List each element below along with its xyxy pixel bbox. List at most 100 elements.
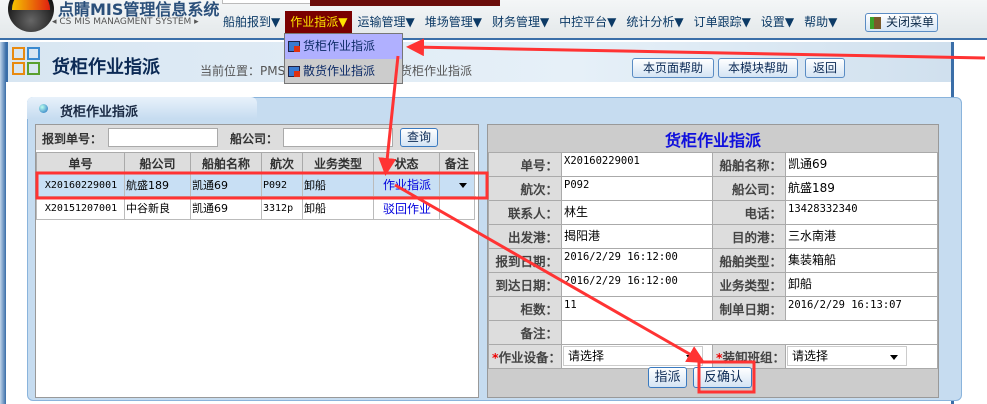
cell-voyage: 3312p — [261, 196, 303, 220]
report-no-label: 报到单号： — [42, 132, 103, 146]
field-label: 联系人： — [488, 200, 562, 225]
menu-job-assign[interactable]: 作业指派▼ — [285, 11, 353, 33]
col-company: 船公司 — [124, 152, 191, 174]
field-value: 三水南港 — [785, 224, 938, 249]
menu-help[interactable]: 帮助▼ — [799, 11, 842, 33]
field-value: 林生 — [561, 200, 713, 225]
detail-title: 货柜作业指派 — [664, 131, 761, 150]
breadcrumb: 当前位置：PMS系 — [200, 64, 298, 78]
field-value: 11 — [561, 296, 713, 321]
field-value: 13428332340 — [785, 200, 938, 225]
job-assign-dropdown: 货柜作业指派 散货作业指派 — [284, 33, 403, 84]
company-label: 船公司： — [230, 132, 279, 146]
field-label: 到达日期： — [488, 272, 562, 297]
company-input[interactable] — [283, 128, 393, 147]
table-row[interactable]: X20160229001 航盛189 凯通69 P092 卸船 作业指派 — [36, 173, 476, 197]
field-label: 出发港： — [488, 224, 562, 249]
field-label: 航次： — [488, 176, 562, 201]
field-label: 目的港： — [712, 224, 786, 249]
assign-button[interactable]: 指派 — [648, 367, 687, 388]
back-button[interactable]: 返回 — [805, 58, 845, 78]
field-label: 报到日期： — [488, 248, 562, 273]
field-value: 揭阳港 — [561, 224, 713, 249]
field-value: P092 — [561, 176, 713, 201]
bullet-icon — [39, 104, 48, 113]
menu-statistics[interactable]: 统计分析▼ — [621, 11, 688, 33]
table-row[interactable]: X20151207001 中谷新良 凯通69 3312p 卸船 驳回作业 — [36, 196, 476, 220]
team-label: 装卸班组： — [722, 350, 785, 365]
app-subtitle-text: CS MIS MANAGMENT SYSTEM — [59, 17, 192, 27]
cell-remark — [439, 196, 475, 220]
field-label: 柜数： — [488, 296, 562, 321]
cell-voyage: P092 — [261, 173, 303, 197]
table-header: 单号 船公司 船舶名称 航次 业务类型 状态 备注 — [36, 152, 476, 174]
unconfirm-button[interactable]: 反确认 — [693, 367, 752, 388]
field-value: 2016/2/29 16:13:07 — [785, 296, 938, 321]
cell-remark — [439, 173, 475, 197]
cell-company: 航盛189 — [124, 173, 191, 197]
field-value: 卸船 — [785, 272, 938, 297]
app-subtitle: ◂ CS MIS MANAGMENT SYSTEM ▸ — [52, 17, 199, 27]
panel-title: 货柜作业指派 — [60, 105, 139, 120]
menu-orders[interactable]: 订单跟踪▼ — [689, 11, 756, 33]
page-help-button[interactable]: 本页面帮助 — [632, 58, 714, 78]
menu-yard[interactable]: 堆场管理▼ — [420, 11, 487, 33]
cell-no: X20151207001 — [36, 196, 125, 220]
field-value: 2016/2/29 16:12:00 — [561, 248, 713, 273]
form-row: 到达日期： 2016/2/29 16:12:00 业务类型： 卸船 — [488, 272, 938, 297]
cell-biz-type: 卸船 — [302, 173, 374, 197]
field-value: X20160229001 — [561, 152, 713, 177]
remark-value — [561, 320, 938, 345]
field-label: 单号： — [488, 152, 562, 177]
col-biz-type: 业务类型 — [302, 152, 374, 174]
query-button[interactable]: 查询 — [400, 128, 438, 147]
menu-control[interactable]: 中控平台▼ — [554, 11, 621, 33]
field-value: 凯通69 — [785, 152, 938, 177]
equipment-select[interactable]: 请选择 — [563, 346, 703, 366]
field-value: 2016/2/29 16:12:00 — [561, 272, 713, 297]
cell-vessel: 凯通69 — [190, 196, 262, 220]
dropdown-item-container-assign[interactable]: 货柜作业指派 — [285, 34, 402, 59]
col-remark: 备注 — [439, 152, 475, 174]
menu-transport[interactable]: 运输管理▼ — [352, 11, 419, 33]
cell-vessel: 凯通69 — [190, 173, 262, 197]
menu-finance[interactable]: 财务管理▼ — [487, 11, 554, 33]
dropdown-item-bulk-assign[interactable]: 散货作业指派 — [285, 59, 402, 84]
col-voyage: 航次 — [261, 152, 303, 174]
field-value: 航盛189 — [785, 176, 938, 201]
col-no: 单号 — [36, 152, 125, 174]
form-row: 柜数： 11 制单日期： 2016/2/29 16:13:07 — [488, 296, 938, 321]
menu-settings[interactable]: 设置▼ — [756, 11, 799, 33]
status-link[interactable]: 驳回作业 — [373, 196, 440, 220]
field-label: 制单日期： — [712, 296, 786, 321]
field-label: 船舶类型： — [712, 248, 786, 273]
detail-form: 单号： X20160229001 船舶名称： 凯通69 航次： P092 船公司： 航盛189… — [488, 152, 938, 369]
top-input-fragment — [222, 0, 312, 4]
field-label: 电话： — [712, 200, 786, 225]
window-icon — [288, 41, 300, 52]
field-label: 备注： — [488, 320, 562, 345]
report-no-input[interactable] — [108, 128, 218, 147]
status-link[interactable]: 作业指派 — [373, 173, 440, 197]
module-help-button[interactable]: 本模块帮助 — [718, 58, 798, 78]
form-row: 报到日期： 2016/2/29 16:12:00 船舶类型： 集装箱船 — [488, 248, 938, 273]
exit-door-icon — [870, 17, 881, 29]
cell-no: X20160229001 — [36, 173, 125, 197]
close-menu-button[interactable]: 关闭菜单 — [865, 13, 938, 32]
page-title: 货柜作业指派 — [52, 57, 160, 78]
menu-vessel-report[interactable]: 船舶报到▼ — [218, 11, 285, 33]
module-icon — [12, 47, 42, 77]
form-row: 出发港： 揭阳港 目的港： 三水南港 — [488, 224, 938, 249]
cell-biz-type: 卸船 — [302, 196, 374, 220]
col-status: 状态 — [373, 152, 440, 174]
team-select[interactable]: 请选择 — [787, 346, 907, 366]
main-menu: 船舶报到▼ 作业指派▼ 运输管理▼ 堆场管理▼ 财务管理▼ 中控平台▼ 统计分析… — [218, 11, 842, 33]
top-banner-fragment — [310, 0, 500, 6]
field-label: 船公司： — [712, 176, 786, 201]
equipment-label: 作业设备： — [498, 350, 561, 365]
left-frame-border — [0, 42, 6, 404]
form-row: 单号： X20160229001 船舶名称： 凯通69 — [488, 152, 938, 177]
cell-company: 中谷新良 — [124, 196, 191, 220]
close-menu-label: 关闭菜单 — [886, 15, 935, 29]
col-vessel: 船舶名称 — [190, 152, 262, 174]
